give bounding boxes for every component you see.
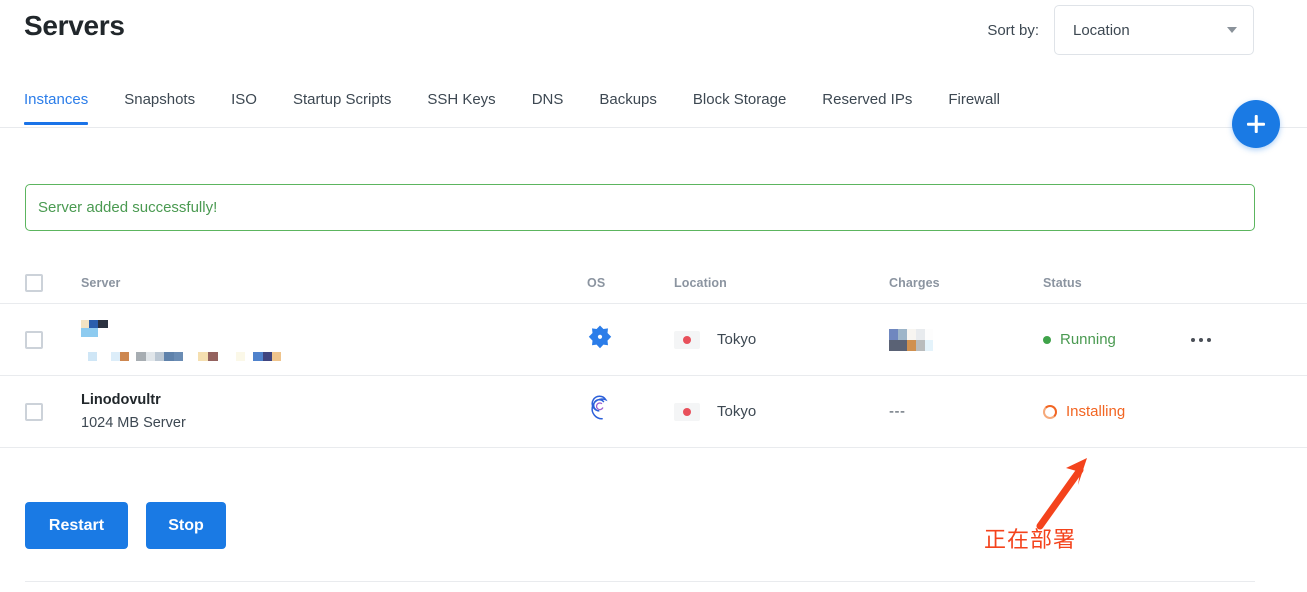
column-header-server: Server xyxy=(81,275,121,290)
redacted-charges-mosaic xyxy=(889,328,933,351)
charges-cell-redacted xyxy=(889,328,1043,351)
japan-flag-icon xyxy=(674,330,700,349)
location-label: Tokyo xyxy=(717,331,757,348)
green-dot-icon xyxy=(1043,335,1051,344)
column-header-charges: Charges xyxy=(889,275,940,290)
vultr-starburst-icon xyxy=(588,325,612,349)
location-label: Tokyo xyxy=(717,403,757,420)
tab-iso[interactable]: ISO xyxy=(231,82,257,125)
server-plan: 1024 MB Server xyxy=(81,414,186,431)
select-all-checkbox[interactable] xyxy=(25,273,43,292)
spinner-icon xyxy=(1043,404,1057,419)
status-cell: Running xyxy=(1043,331,1191,348)
location-cell: Tokyo xyxy=(674,402,889,421)
bulk-actions: Restart Stop xyxy=(25,502,226,549)
row-select-cell xyxy=(25,402,81,421)
os-cell xyxy=(587,394,674,429)
stop-button[interactable]: Stop xyxy=(146,502,226,549)
status-badge: Running xyxy=(1060,331,1116,348)
chevron-down-icon xyxy=(1227,27,1237,33)
tab-backups[interactable]: Backups xyxy=(599,82,657,125)
servers-table: Server OS Location Charges Status Tokyo … xyxy=(0,262,1307,448)
success-alert: Server added successfully! xyxy=(25,184,1255,231)
status-cell: Installing xyxy=(1043,403,1191,420)
sort-by-control: Sort by: Location xyxy=(987,5,1254,55)
tab-reserved-ips[interactable]: Reserved IPs xyxy=(822,82,912,125)
charges-cell: --- xyxy=(889,403,1043,421)
japan-flag-icon xyxy=(674,402,700,421)
row-actions-cell xyxy=(1191,337,1261,342)
tab-startup-scripts[interactable]: Startup Scripts xyxy=(293,82,391,125)
column-header-os: OS xyxy=(587,275,606,290)
row-checkbox[interactable] xyxy=(25,330,43,349)
location-cell: Tokyo xyxy=(674,330,889,349)
tab-firewall[interactable]: Firewall xyxy=(948,82,1000,125)
debian-swirl-icon xyxy=(591,395,608,420)
redacted-server-name-mosaic xyxy=(81,319,281,361)
server-cell-redacted xyxy=(81,318,587,362)
tab-instances[interactable]: Instances xyxy=(24,82,89,125)
success-alert-message: Server added successfully! xyxy=(38,199,218,216)
page-header: Servers Sort by: Location xyxy=(0,0,1307,78)
restart-button[interactable]: Restart xyxy=(25,502,128,549)
server-name: Linodovultr xyxy=(81,392,161,409)
charges-value: --- xyxy=(889,402,906,420)
table-header-row: Server OS Location Charges Status xyxy=(0,262,1307,304)
sort-by-value: Location xyxy=(1073,21,1130,39)
table-row[interactable]: Tokyo Running xyxy=(0,304,1307,376)
arrow-up-right-icon xyxy=(1036,458,1087,530)
tab-bar: Instances Snapshots ISO Startup Scripts … xyxy=(0,82,1307,128)
tab-snapshots[interactable]: Snapshots xyxy=(124,82,195,125)
sort-by-label: Sort by: xyxy=(987,21,1039,39)
servers-page: Servers Sort by: Location Instances Snap… xyxy=(0,0,1307,592)
kebab-menu-icon[interactable] xyxy=(1191,337,1261,342)
sort-by-select[interactable]: Location xyxy=(1054,5,1254,55)
column-header-location: Location xyxy=(674,275,727,290)
server-cell: Linodovultr 1024 MB Server xyxy=(81,389,587,434)
page-title: Servers xyxy=(24,10,125,41)
table-row[interactable]: Linodovultr 1024 MB Server Tokyo --- Ins… xyxy=(0,376,1307,448)
status-badge: Installing xyxy=(1066,403,1126,420)
column-header-status: Status xyxy=(1043,275,1082,290)
annotation-label: 正在部署 xyxy=(984,528,1077,553)
add-server-button[interactable] xyxy=(1232,100,1280,148)
row-select-cell xyxy=(25,330,81,349)
bottom-divider xyxy=(25,581,1255,582)
tab-ssh-keys[interactable]: SSH Keys xyxy=(427,82,495,125)
os-cell xyxy=(587,324,674,355)
tab-block-storage[interactable]: Block Storage xyxy=(693,82,786,125)
select-all-cell xyxy=(25,273,81,292)
row-checkbox[interactable] xyxy=(25,402,43,421)
tab-dns[interactable]: DNS xyxy=(532,82,564,125)
